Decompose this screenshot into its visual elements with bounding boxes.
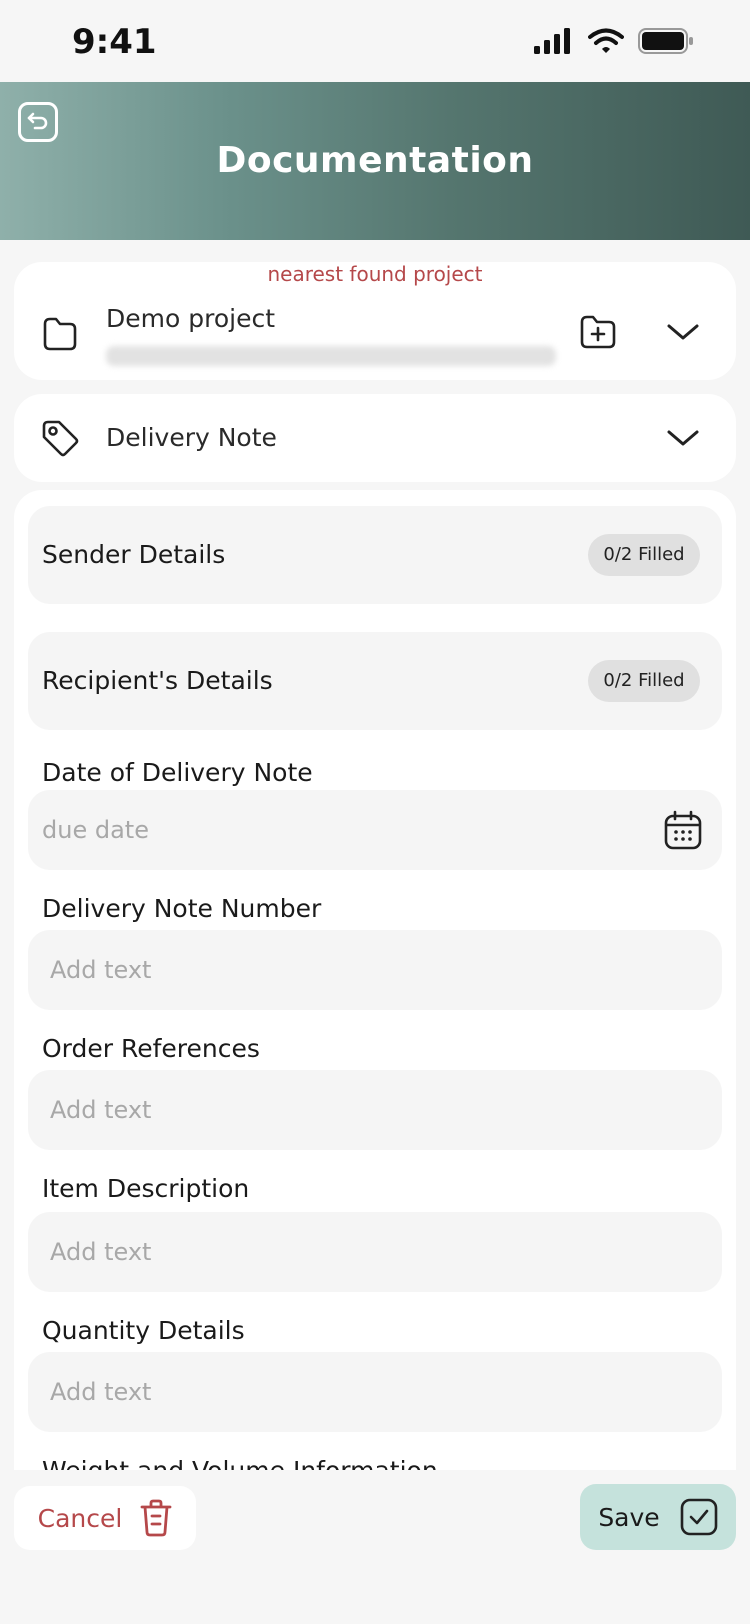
order-references-input[interactable] <box>28 1070 722 1150</box>
quantity-details-input[interactable] <box>28 1352 722 1432</box>
cancel-button[interactable]: Cancel <box>14 1486 196 1550</box>
chevron-down-icon[interactable] <box>666 428 700 448</box>
sender-details-section[interactable]: Sender Details 0/2 Filled <box>28 506 722 604</box>
project-address-blurred <box>106 346 556 366</box>
document-type-name: Delivery Note <box>106 423 277 452</box>
tag-icon <box>42 420 79 457</box>
folder-icon <box>43 317 77 351</box>
status-time: 9:41 <box>72 22 157 62</box>
status-bar: 9:41 <box>0 0 750 82</box>
date-label: Date of Delivery Note <box>42 758 313 787</box>
date-input[interactable] <box>28 790 722 870</box>
item-description-input[interactable] <box>28 1212 722 1292</box>
document-type-selector[interactable]: Delivery Note <box>14 394 736 482</box>
project-name: Demo project <box>106 304 275 333</box>
undo-arrow-icon <box>27 112 48 130</box>
section-title: Recipient's Details <box>42 666 273 695</box>
filled-badge: 0/2 Filled <box>588 660 700 702</box>
project-selector[interactable]: nearest found project Demo project <box>14 262 736 380</box>
order-references-label: Order References <box>42 1034 260 1063</box>
back-button[interactable] <box>18 102 58 142</box>
save-label: Save <box>598 1502 660 1532</box>
page-title: Documentation <box>216 140 534 181</box>
filled-badge: 0/2 Filled <box>588 534 700 576</box>
delivery-note-number-input[interactable] <box>28 930 722 1010</box>
weight-volume-label: Weight and Volume Information <box>42 1456 438 1470</box>
status-icons <box>534 28 694 54</box>
section-title: Sender Details <box>42 540 226 569</box>
trash-icon <box>140 1499 172 1537</box>
delivery-note-number-label: Delivery Note Number <box>42 894 322 923</box>
signal-icon <box>534 28 570 54</box>
quantity-details-label: Quantity Details <box>42 1316 245 1345</box>
chevron-down-icon[interactable] <box>666 322 700 342</box>
battery-icon <box>638 28 693 54</box>
form-panel: Sender Details 0/2 Filled Recipient's De… <box>14 490 736 1470</box>
header: Documentation <box>0 82 750 240</box>
recipient-details-section[interactable]: Recipient's Details 0/2 Filled <box>28 632 722 730</box>
folder-plus-icon <box>580 315 616 349</box>
checkbox-check-icon <box>680 1498 717 1536</box>
wifi-icon <box>588 28 624 53</box>
item-description-label: Item Description <box>42 1174 250 1203</box>
save-button[interactable]: Save <box>580 1484 736 1550</box>
cancel-label: Cancel <box>37 1503 123 1533</box>
add-project-button[interactable] <box>578 312 618 356</box>
calendar-icon[interactable] <box>664 810 702 850</box>
nearest-project-hint: nearest found project <box>267 262 483 286</box>
